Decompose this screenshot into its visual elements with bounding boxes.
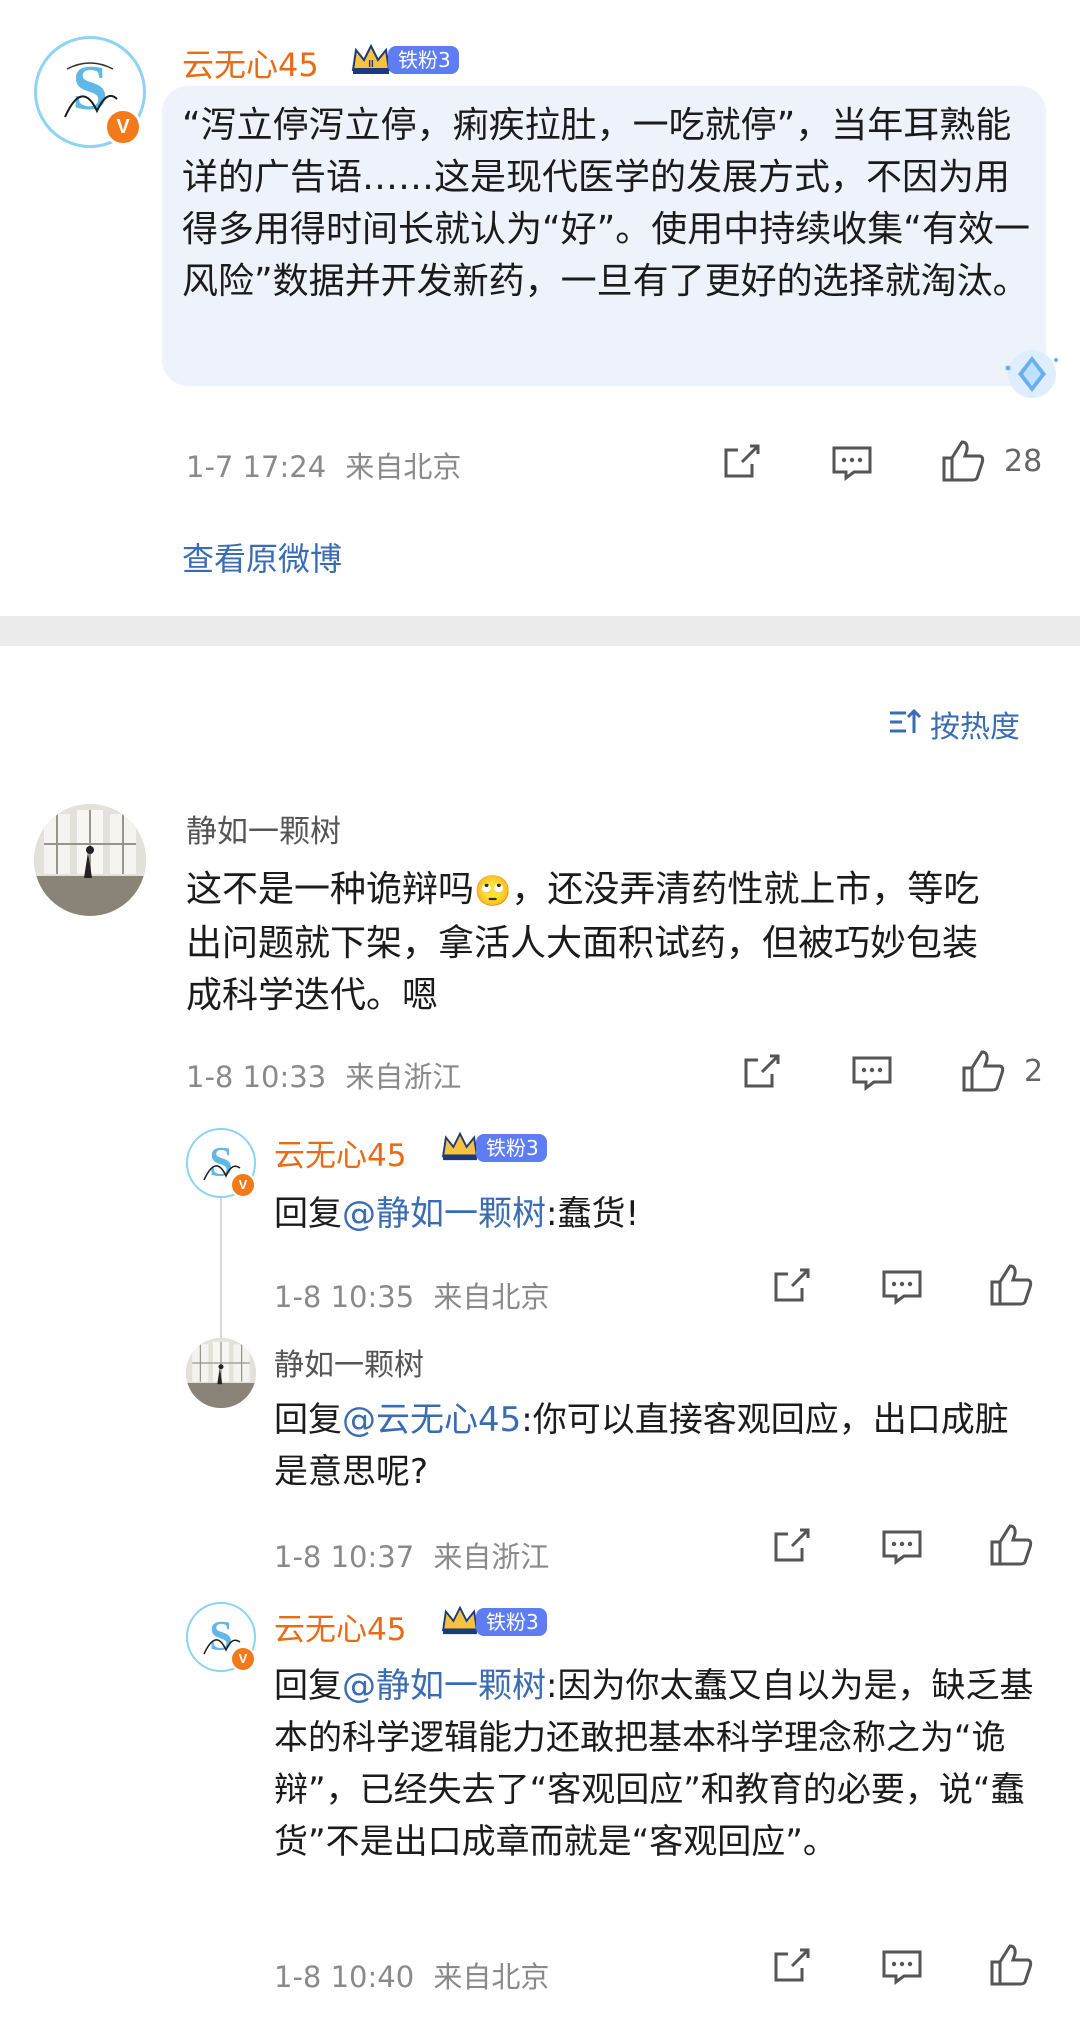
comment-icon[interactable] — [880, 1528, 924, 1566]
comment-icon[interactable] — [830, 444, 874, 482]
comment-location: 来自浙江 — [345, 1060, 462, 1094]
post-timestamp: 1-7 17:24 — [186, 450, 327, 484]
verified-badge: V — [104, 108, 142, 146]
post-like-count: 28 — [1004, 444, 1043, 479]
like-icon[interactable] — [940, 438, 986, 484]
comment-meta: 1-8 10:33 来自浙江 — [186, 1054, 461, 1096]
reply-prefix: 回复 — [274, 1666, 342, 1706]
post-location: 来自北京 — [345, 450, 462, 484]
like-icon[interactable] — [988, 1942, 1034, 1988]
like-icon[interactable] — [988, 1522, 1034, 1568]
reply-location: 来自北京 — [433, 1960, 550, 1994]
reply-location: 来自浙江 — [433, 1540, 550, 1574]
reply-author-avatar[interactable] — [186, 1338, 256, 1408]
svg-text:S: S — [209, 1614, 232, 1660]
reply-prefix: 回复 — [274, 1400, 342, 1440]
comment-like-count: 2 — [1024, 1054, 1044, 1089]
comment-timestamp: 1-8 10:33 — [186, 1060, 327, 1094]
fan-level-badge: 铁粉3 — [476, 1608, 547, 1636]
comment-icon[interactable] — [850, 1054, 894, 1092]
verified-badge: V — [230, 1172, 256, 1198]
mention-link[interactable]: @静如一颗树 — [342, 1194, 546, 1234]
post-author-name[interactable]: 云无心45 — [182, 40, 319, 86]
crown-icon — [440, 1604, 480, 1640]
comment-icon[interactable] — [880, 1268, 924, 1306]
reply-author-name[interactable]: 云无心45 — [274, 1130, 406, 1175]
commenter-name[interactable]: 静如一颗树 — [186, 806, 341, 851]
reply-timestamp: 1-8 10:40 — [274, 1960, 415, 1994]
mention-link[interactable]: @静如一颗树 — [342, 1666, 546, 1706]
reply-meta: 1-8 10:37 来自浙江 — [274, 1534, 549, 1576]
comment-icon[interactable] — [880, 1948, 924, 1986]
mention-link[interactable]: @云无心45 — [342, 1400, 521, 1440]
reply-prefix: 回复 — [274, 1194, 342, 1234]
post-card: S V 云无心45 II 铁粉3 “泻立停泻立停，痢疾拉肚，一吃就停”，当年耳熟… — [0, 0, 1080, 615]
comment-text-part1: 这不是一种诡辩吗 — [186, 869, 475, 910]
comment-text: 这不是一种诡辩吗🙄，还没弄清药性就上市，等吃出问题就下架，拿活人大面积试药，但被… — [186, 864, 996, 1022]
reply-meta: 1-8 10:35 来自北京 — [274, 1274, 549, 1316]
like-icon[interactable] — [960, 1048, 1006, 1094]
verified-badge: V — [230, 1646, 256, 1672]
fan-level-badge: 铁粉3 — [388, 46, 459, 74]
sort-toggle[interactable]: 按热度 — [888, 702, 1020, 746]
sort-label: 按热度 — [930, 710, 1020, 745]
reply-text: 回复@静如一颗树:蠢货! — [274, 1188, 1034, 1240]
post-text: “泻立停泻立停，痢疾拉肚，一吃就停”，当年耳熟能详的广告语……这是现代医学的发展… — [182, 105, 1030, 302]
share-icon[interactable] — [740, 1052, 782, 1092]
reply-text: 回复@云无心45:你可以直接客观回应，出口成脏是意思呢? — [274, 1394, 1034, 1498]
share-icon[interactable] — [770, 1266, 812, 1306]
svg-text:S: S — [209, 1140, 232, 1186]
reply-text: 回复@静如一颗树:因为你太蠢又自以为是，缺乏基本的科学逻辑能力还敢把基本科学理念… — [274, 1660, 1034, 1868]
post-time: 1-7 17:24 来自北京 — [186, 444, 461, 486]
reply-timestamp: 1-8 10:37 — [274, 1540, 415, 1574]
share-icon[interactable] — [720, 442, 762, 482]
eye-roll-emoji: 🙄 — [474, 874, 512, 909]
reply-body: :蠢货! — [546, 1194, 640, 1234]
reply-author-name[interactable]: 云无心45 — [274, 1604, 406, 1649]
diamond-icon — [1000, 346, 1064, 406]
share-icon[interactable] — [770, 1946, 812, 1986]
share-icon[interactable] — [770, 1526, 812, 1566]
reply-location: 来自北京 — [433, 1280, 550, 1314]
crown-icon — [440, 1130, 480, 1166]
reply-author-name[interactable]: 静如一颗树 — [274, 1340, 424, 1384]
fan-level-badge: 铁粉3 — [476, 1134, 547, 1162]
svg-text:II: II — [368, 59, 374, 70]
section-divider — [0, 616, 1080, 646]
thread-line — [220, 1190, 222, 1340]
reply-meta: 1-8 10:40 来自北京 — [274, 1954, 549, 1996]
crown-icon: II — [350, 42, 392, 80]
reply-timestamp: 1-8 10:35 — [274, 1280, 415, 1314]
view-original-link[interactable]: 查看原微博 — [182, 534, 342, 580]
sort-icon — [888, 707, 922, 741]
like-icon[interactable] — [988, 1262, 1034, 1308]
commenter-avatar[interactable] — [34, 804, 146, 916]
